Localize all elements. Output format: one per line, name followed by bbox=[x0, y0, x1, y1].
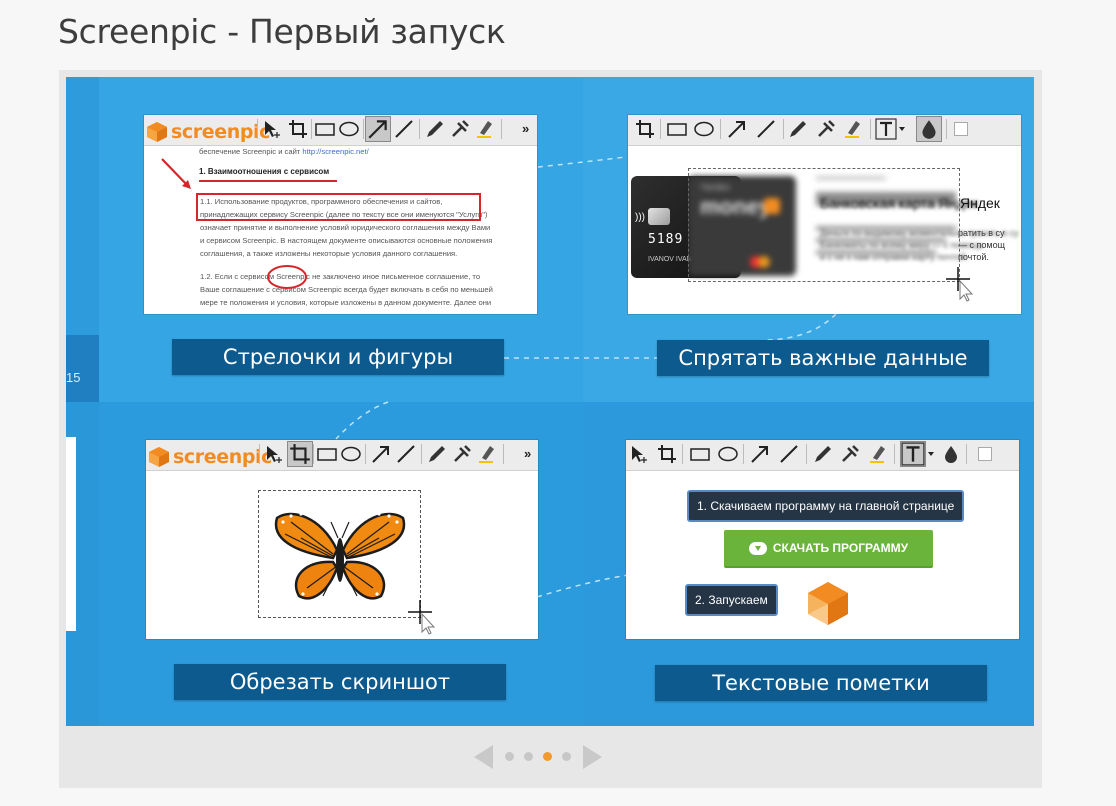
caption-crop: Обрезать скриншот bbox=[174, 664, 506, 700]
pencil-icon[interactable] bbox=[787, 118, 809, 140]
text-note-2: 2. Запускаем bbox=[685, 584, 778, 616]
marker-icon[interactable] bbox=[476, 443, 498, 465]
screenpic-logo-icon bbox=[149, 447, 169, 467]
next-arrow-icon[interactable] bbox=[581, 744, 603, 770]
cursor-icon[interactable] bbox=[628, 443, 650, 465]
screenshot-crop: screenpic » bbox=[146, 440, 538, 639]
line-icon[interactable] bbox=[778, 443, 800, 465]
editor-toolbar bbox=[626, 440, 1019, 471]
pager-dot-4[interactable] bbox=[562, 752, 571, 761]
chip-icon bbox=[648, 208, 670, 225]
selection-rectangle bbox=[688, 168, 960, 282]
marker-icon[interactable] bbox=[867, 443, 889, 465]
crop-icon[interactable] bbox=[656, 443, 678, 465]
screenpic-logo-text: screenpic bbox=[173, 446, 273, 468]
caption-arrows-shapes: Стрелочки и фигуры bbox=[172, 339, 504, 375]
crosshair-cursor-icon bbox=[408, 600, 436, 635]
text-note-1: 1. Скачиваем программу на главной страни… bbox=[687, 490, 965, 522]
text-icon[interactable] bbox=[875, 118, 897, 140]
pencil-icon[interactable] bbox=[426, 443, 448, 465]
prev-arrow-icon[interactable] bbox=[473, 744, 495, 770]
marker-icon[interactable] bbox=[842, 118, 864, 140]
editor-toolbar bbox=[628, 115, 1021, 146]
rectangle-icon[interactable] bbox=[666, 118, 688, 140]
screenshot-hide-data: ))) 5189 2 IVANOV IVAN Yandex money Банк… bbox=[628, 115, 1021, 314]
rectangle-icon[interactable] bbox=[316, 443, 338, 465]
crop-icon[interactable] bbox=[634, 118, 656, 140]
line-icon[interactable] bbox=[755, 118, 777, 140]
page-title: Screenpic - Первый запуск bbox=[58, 12, 506, 51]
blur-icon[interactable] bbox=[839, 443, 861, 465]
pencil-icon[interactable] bbox=[812, 443, 834, 465]
drop-icon[interactable] bbox=[916, 116, 942, 142]
card-title-visible: Яндек bbox=[960, 195, 1000, 211]
editor-toolbar: screenpic » bbox=[146, 440, 538, 471]
carousel-pager bbox=[473, 744, 603, 770]
pager-dot-1[interactable] bbox=[505, 752, 514, 761]
pager-dot-3[interactable] bbox=[543, 752, 552, 761]
carousel-stage: 15 screenpic » беспечение Screenpic и са… bbox=[66, 77, 1034, 726]
chevron-down-icon[interactable] bbox=[928, 452, 934, 456]
ellipse-icon[interactable] bbox=[717, 443, 739, 465]
color-picker-icon[interactable] bbox=[954, 122, 968, 136]
color-picker-icon[interactable] bbox=[978, 447, 992, 461]
arrow-icon[interactable] bbox=[370, 443, 392, 465]
caption-hide-data: Спрятать важные данные bbox=[657, 340, 989, 376]
screenpic-logo: screenpic bbox=[148, 446, 272, 468]
butterfly-image bbox=[274, 512, 406, 600]
contactless-icon: ))) bbox=[635, 212, 645, 223]
blur-icon[interactable] bbox=[815, 118, 837, 140]
ellipse-icon[interactable] bbox=[693, 118, 715, 140]
crop-icon[interactable] bbox=[287, 441, 313, 467]
rectangle-icon[interactable] bbox=[689, 443, 711, 465]
more-icon[interactable]: » bbox=[524, 446, 531, 461]
text-icon[interactable] bbox=[900, 441, 926, 467]
caption-text-notes: Текстовые пометки bbox=[655, 665, 987, 701]
download-button[interactable]: СКАЧАТЬ ПРОГРАММУ bbox=[724, 530, 933, 568]
screenpic-app-icon bbox=[808, 582, 848, 625]
card-holder: IVANOV IVAN bbox=[648, 256, 692, 263]
screenshot-arrows-shapes: screenpic » беспечение Screenpic и сайт … bbox=[144, 115, 537, 314]
cursor-icon[interactable] bbox=[263, 443, 285, 465]
pager-dot-2[interactable] bbox=[524, 752, 533, 761]
download-button-label: СКАЧАТЬ ПРОГРАММУ bbox=[772, 541, 909, 555]
line-icon[interactable] bbox=[395, 443, 417, 465]
arrow-icon[interactable] bbox=[726, 118, 748, 140]
screenshot-text-notes: 1. Скачиваем программу на главной страни… bbox=[626, 440, 1019, 639]
cloud-download-icon bbox=[748, 542, 767, 556]
blur-icon[interactable] bbox=[451, 443, 473, 465]
crosshair-cursor-icon bbox=[946, 267, 974, 302]
drop-icon[interactable] bbox=[940, 443, 962, 465]
ellipse-icon[interactable] bbox=[340, 443, 362, 465]
chevron-down-icon[interactable] bbox=[899, 127, 905, 131]
arrow-icon[interactable] bbox=[749, 443, 771, 465]
annotation-marks bbox=[161, 158, 481, 289]
